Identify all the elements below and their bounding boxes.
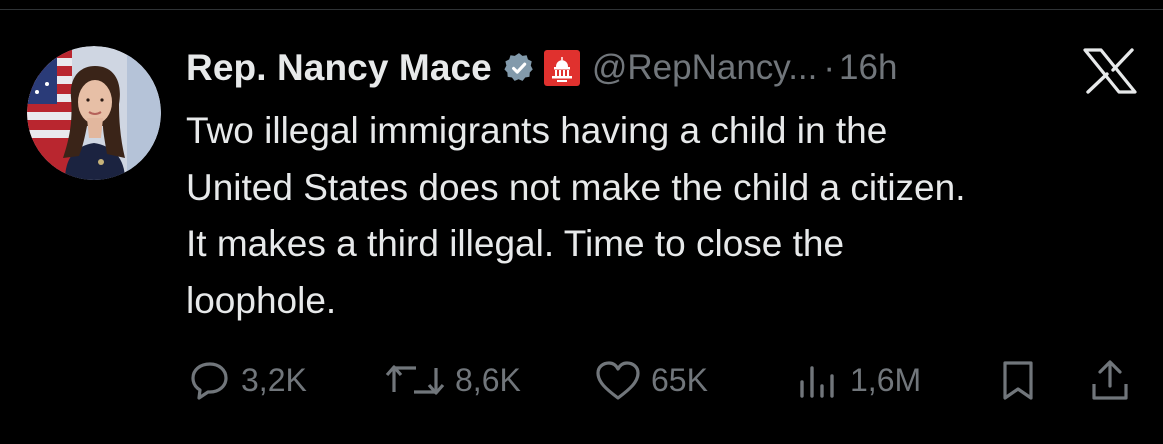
tweet-text: Two illegal immigrants having a child in… [186,110,966,321]
reply-icon [188,358,232,402]
top-divider [0,9,1163,10]
x-logo-icon [1082,48,1138,94]
retweet-count: 8,6K [455,361,521,398]
reply-button[interactable]: 3,2K [188,352,307,408]
like-count: 65K [651,361,708,398]
house-gop-badge-icon[interactable] [543,50,580,86]
tweet-header: Rep. Nancy Mace @RepNancy... · 16h [186,42,897,94]
share-icon [1088,358,1132,402]
verified-badge-icon[interactable] [502,51,536,85]
views-count: 1,6M [850,361,922,398]
like-icon [594,358,642,402]
like-button[interactable]: 65K [594,352,708,408]
handle[interactable]: @RepNancy... [592,48,818,88]
views-icon [797,358,841,402]
bookmark-button[interactable] [996,352,1040,408]
separator-dot: · [823,48,836,87]
bookmark-icon [996,358,1040,402]
retweet-button[interactable]: 8,6K [384,352,521,408]
display-name[interactable]: Rep. Nancy Mace [186,47,492,89]
views-button[interactable]: 1,6M [797,352,921,408]
reply-count: 3,2K [241,361,307,398]
avatar[interactable] [27,46,161,180]
timestamp[interactable]: 16h [839,48,897,88]
retweet-icon [384,358,446,402]
share-button[interactable] [1088,352,1132,408]
tweet-actions: 3,2K 8,6K 65K 1,6M [0,352,1163,408]
